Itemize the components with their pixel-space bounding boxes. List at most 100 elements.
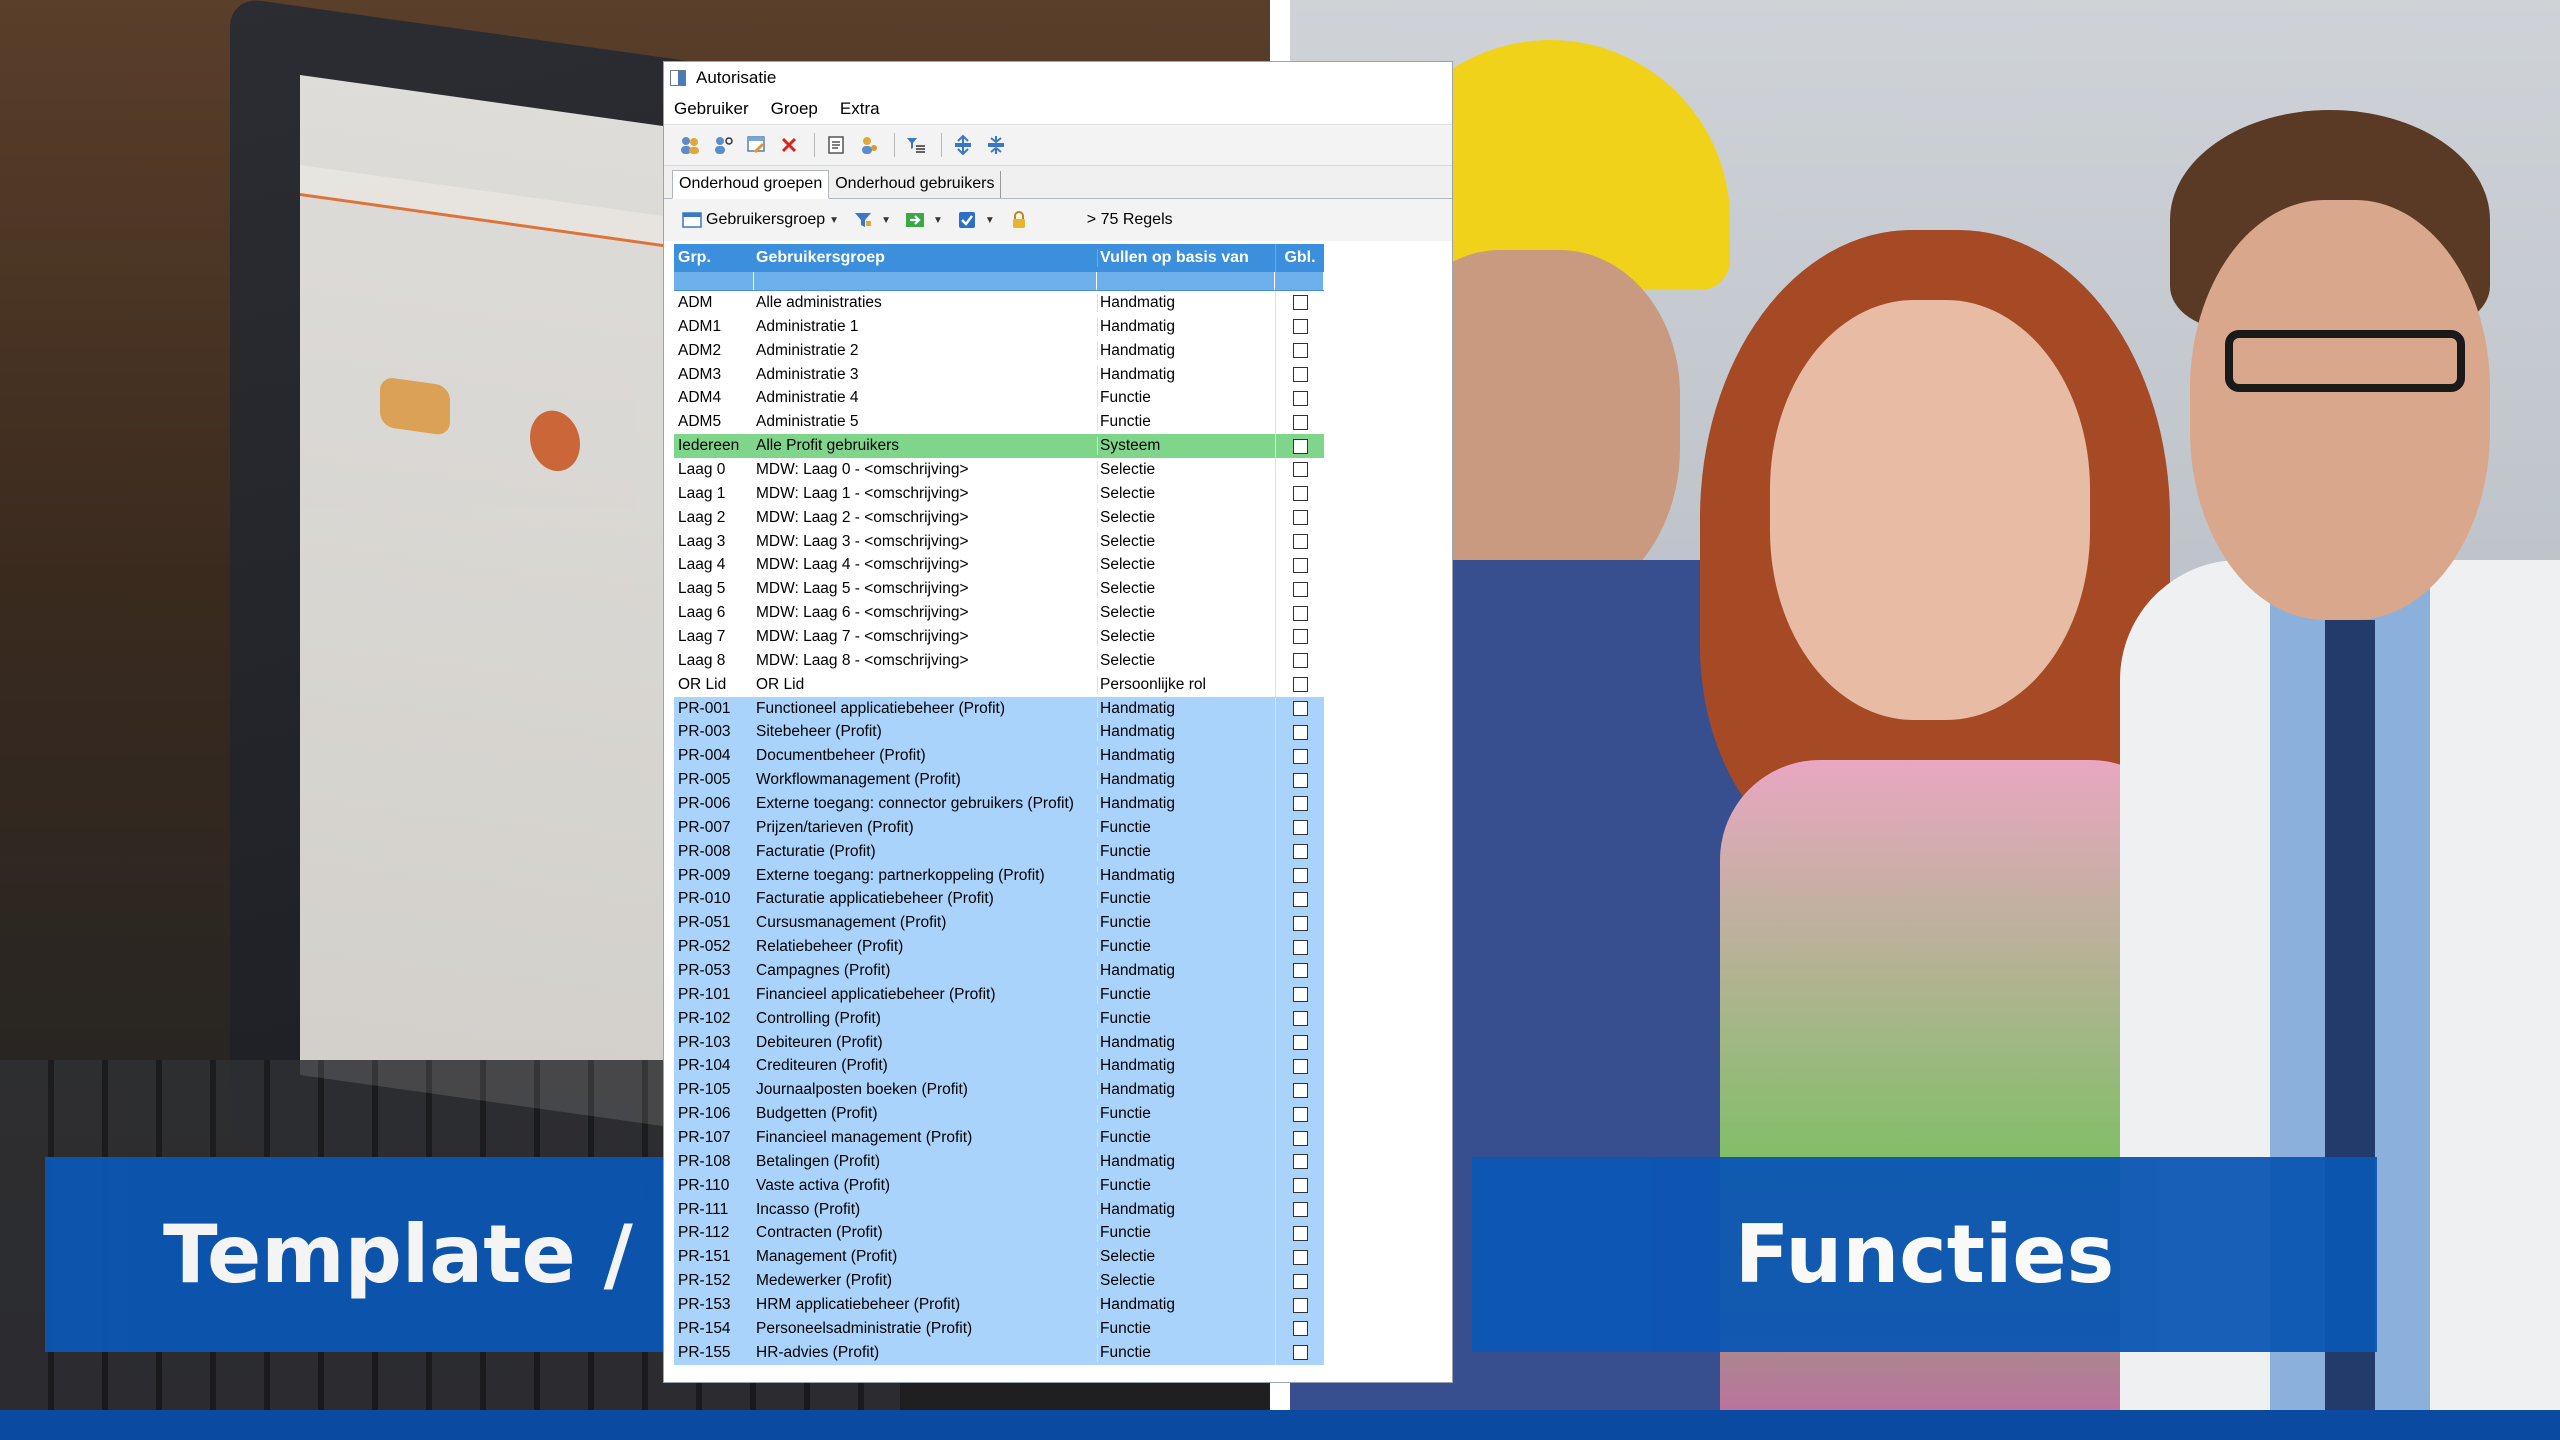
gbl-checkbox[interactable] (1292, 1035, 1308, 1051)
gbl-checkbox[interactable] (1292, 486, 1308, 502)
gbl-checkbox[interactable] (1292, 629, 1308, 645)
gbl-checkbox[interactable] (1292, 891, 1308, 907)
gbl-checkbox[interactable] (1292, 677, 1308, 693)
table-row[interactable]: ADM1 Administratie 1 Handmatig (674, 314, 1324, 339)
gbl-checkbox[interactable] (1292, 963, 1308, 979)
menu-gebruiker[interactable]: Gebruiker (674, 99, 749, 119)
table-row[interactable]: PR-104 Crediteuren (Profit) Handmatig (674, 1054, 1324, 1079)
column-header-grp[interactable]: Grp. (674, 249, 754, 267)
window-titlebar[interactable]: Autorisatie (664, 62, 1452, 94)
table-row[interactable]: Laag 7 MDW: Laag 7 - <omschrijving> Select… (674, 625, 1324, 649)
gbl-checkbox[interactable] (1292, 1321, 1308, 1337)
lock-button[interactable] (1009, 211, 1033, 229)
table-row[interactable]: PR-110 Vaste activa (Profit) Functie (674, 1173, 1324, 1198)
filter-cell-vullen[interactable] (1097, 272, 1275, 290)
gbl-checkbox[interactable] (1292, 844, 1308, 860)
menu-extra[interactable]: Extra (840, 99, 880, 119)
table-row[interactable]: ADM Alle administraties Handmatig (674, 291, 1324, 315)
table-row[interactable]: PR-005 Workflowmanagement (Profit) Handmat… (674, 768, 1324, 793)
tab-onderhoud-gebruikers[interactable]: Onderhoud gebruikers (829, 171, 1002, 198)
gbl-checkbox[interactable] (1292, 295, 1308, 311)
table-row[interactable]: PR-151 Management (Profit) Selectie (674, 1245, 1324, 1270)
filter-dropdown[interactable]: ▼ (853, 211, 891, 229)
table-row[interactable]: Iedereen Alle Profit gebruikers Systeem (674, 434, 1324, 459)
gbl-checkbox[interactable] (1292, 390, 1308, 406)
table-row[interactable]: PR-105 Journaalposten boeken (Profit) Hand… (674, 1078, 1324, 1103)
gbl-checkbox[interactable] (1292, 820, 1308, 836)
gbl-checkbox[interactable] (1292, 868, 1308, 884)
table-row[interactable]: PR-155 HR-advies (Profit) Functie (674, 1340, 1324, 1365)
table-row[interactable]: PR-003 Sitebeheer (Profit) Handmatig (674, 720, 1324, 745)
gbl-checkbox[interactable] (1292, 414, 1308, 430)
filter-cell-grp[interactable] (674, 272, 754, 290)
table-row[interactable]: ADM3 Administratie 3 Handmatig (674, 362, 1324, 387)
gbl-checkbox[interactable] (1292, 1249, 1308, 1265)
table-row[interactable]: PR-007 Prijzen/tarieven (Profit) Functie (674, 815, 1324, 840)
gbl-checkbox[interactable] (1292, 1273, 1308, 1289)
users-icon[interactable] (678, 133, 702, 157)
gbl-checkbox[interactable] (1292, 1082, 1308, 1098)
table-row[interactable]: PR-152 Medewerker (Profit) Selectie (674, 1269, 1324, 1294)
tab-onderhoud-groepen[interactable]: Onderhoud groepen (672, 170, 830, 199)
gbl-checkbox[interactable] (1292, 319, 1308, 335)
gbl-checkbox[interactable] (1292, 748, 1308, 764)
table-row[interactable]: PR-153 HRM applicatiebeheer (Profit) Handm… (674, 1293, 1324, 1317)
expand-icon[interactable] (951, 133, 975, 157)
table-row[interactable]: PR-108 Betalingen (Profit) Handmatig (674, 1149, 1324, 1174)
table-row[interactable]: PR-053 Campagnes (Profit) Handmatig (674, 959, 1324, 983)
export-dropdown[interactable]: ▼ (905, 211, 943, 229)
user-key-icon[interactable] (857, 133, 881, 157)
gbl-checkbox[interactable] (1292, 1225, 1308, 1241)
table-row[interactable]: PR-111 Incasso (Profit) Handmatig (674, 1197, 1324, 1222)
table-row[interactable]: ADM5 Administratie 5 Functie (674, 410, 1324, 435)
delete-icon[interactable] (777, 133, 801, 157)
gbl-checkbox[interactable] (1292, 796, 1308, 812)
table-row[interactable]: Laag 8 MDW: Laag 8 - <omschrijving> Select… (674, 648, 1324, 673)
gbl-checkbox[interactable] (1292, 438, 1308, 454)
table-row[interactable]: PR-008 Facturatie (Profit) Functie (674, 839, 1324, 864)
gbl-checkbox[interactable] (1292, 1178, 1308, 1194)
gbl-checkbox[interactable] (1292, 510, 1308, 526)
column-header-gebruikersgroep[interactable]: Gebruikersgroep (754, 249, 1097, 267)
gbl-checkbox[interactable] (1292, 939, 1308, 955)
edit-icon[interactable] (744, 133, 768, 157)
table-row[interactable]: PR-052 Relatiebeheer (Profit) Functie (674, 935, 1324, 960)
gbl-checkbox[interactable] (1292, 653, 1308, 669)
filter-cell-gebruikersgroep[interactable] (754, 272, 1097, 290)
column-header-vullen[interactable]: Vullen op basis van (1097, 249, 1275, 267)
table-row[interactable]: OR Lid OR Lid Persoonlijke rol (674, 672, 1324, 697)
gbl-checkbox[interactable] (1292, 1130, 1308, 1146)
table-row[interactable]: PR-103 Debiteuren (Profit) Handmatig (674, 1030, 1324, 1055)
gbl-checkbox[interactable] (1292, 701, 1308, 717)
filter-list-icon[interactable] (904, 133, 928, 157)
gbl-checkbox[interactable] (1292, 987, 1308, 1003)
gbl-checkbox[interactable] (1292, 462, 1308, 478)
gbl-checkbox[interactable] (1292, 557, 1308, 573)
table-row[interactable]: PR-154 Personeelsadministratie (Profit) Fu… (674, 1316, 1324, 1341)
table-row[interactable]: Laag 1 MDW: Laag 1 - <omschrijving> Select… (674, 481, 1324, 506)
properties-icon[interactable] (824, 133, 848, 157)
table-row[interactable]: PR-112 Contracten (Profit) Functie (674, 1221, 1324, 1246)
table-row[interactable]: Laag 2 MDW: Laag 2 - <omschrijving> Select… (674, 505, 1324, 530)
gbl-checkbox[interactable] (1292, 915, 1308, 931)
gbl-checkbox[interactable] (1292, 534, 1308, 550)
add-user-icon[interactable] (711, 133, 735, 157)
gbl-checkbox[interactable] (1292, 1202, 1308, 1218)
table-row[interactable]: PR-101 Financieel applicatiebeheer (Profi… (674, 982, 1324, 1007)
menu-groep[interactable]: Groep (771, 99, 818, 119)
table-row[interactable]: Laag 5 MDW: Laag 5 - <omschrijving> Select… (674, 577, 1324, 602)
gbl-checkbox[interactable] (1292, 1345, 1308, 1361)
table-row[interactable]: ADM2 Administratie 2 Handmatig (674, 338, 1324, 363)
table-row[interactable]: Laag 3 MDW: Laag 3 - <omschrijving> Select… (674, 529, 1324, 554)
table-row[interactable]: PR-009 Externe toegang: partnerkoppeling … (674, 863, 1324, 888)
gbl-checkbox[interactable] (1292, 1106, 1308, 1122)
filter-cell-gbl[interactable] (1275, 272, 1324, 290)
gbl-checkbox[interactable] (1292, 724, 1308, 740)
gbl-checkbox[interactable] (1292, 605, 1308, 621)
grid-filter-row[interactable] (674, 272, 1324, 291)
table-row[interactable]: ADM4 Administratie 4 Functie (674, 386, 1324, 411)
table-row[interactable]: Laag 6 MDW: Laag 6 - <omschrijving> Select… (674, 601, 1324, 626)
gbl-checkbox[interactable] (1292, 1058, 1308, 1074)
table-row[interactable]: PR-102 Controlling (Profit) Functie (674, 1006, 1324, 1031)
gbl-checkbox[interactable] (1292, 367, 1308, 382)
